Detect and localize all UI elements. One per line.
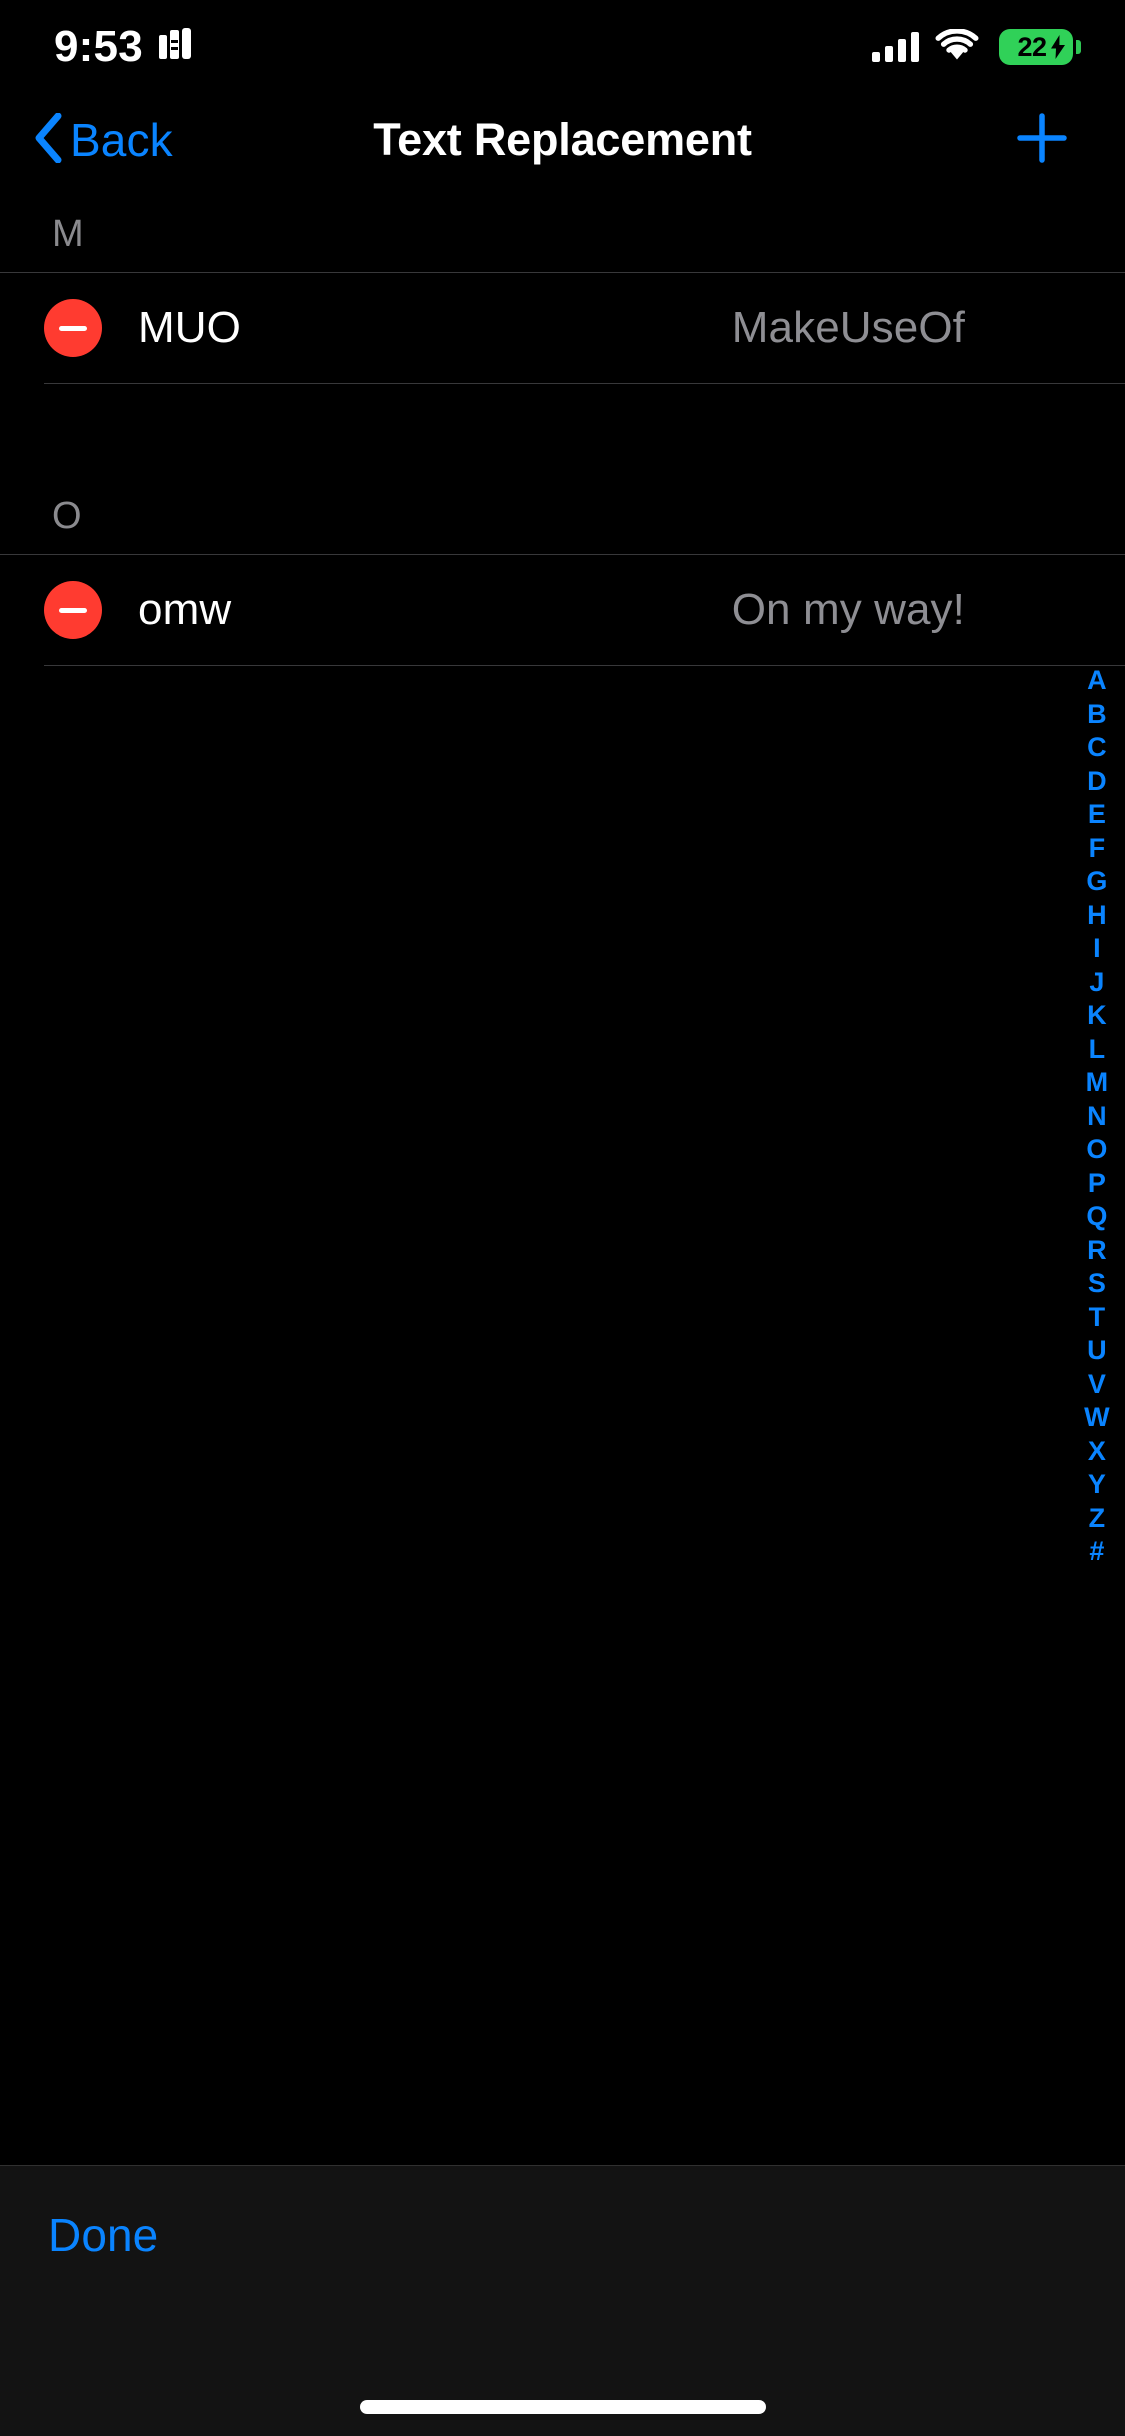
index-letter-y[interactable]: Y (1075, 1468, 1119, 1502)
index-letter-u[interactable]: U (1075, 1334, 1119, 1368)
chevron-left-icon (34, 112, 62, 168)
index-letter-a[interactable]: A (1075, 664, 1119, 698)
index-letter-h[interactable]: H (1075, 899, 1119, 933)
audio-bars-icon (157, 27, 197, 67)
index-letter-b[interactable]: B (1075, 698, 1119, 732)
table-row[interactable]: MUO MakeUseOf (0, 273, 1125, 383)
index-letter-g[interactable]: G (1075, 865, 1119, 899)
text-replacement-list[interactable]: M MUO MakeUseOf O omw On my way! (0, 186, 1125, 2165)
table-row[interactable]: omw On my way! (0, 555, 1125, 665)
minus-glyph (59, 325, 87, 331)
index-letter-m[interactable]: M (1075, 1066, 1119, 1100)
status-bar-right: 22 (872, 27, 1081, 66)
index-letter-hash[interactable]: # (1075, 1535, 1119, 1569)
row-shortcut-label: omw (138, 585, 232, 634)
index-letter-p[interactable]: P (1075, 1167, 1119, 1201)
section-header-m: M (52, 213, 84, 255)
status-bar-left: 9:53 (54, 25, 197, 69)
index-letter-q[interactable]: Q (1075, 1200, 1119, 1234)
charging-bolt-icon (1050, 35, 1066, 64)
navigation-bar: Back Text Replacement (0, 94, 1125, 186)
index-letter-e[interactable]: E (1075, 798, 1119, 832)
minus-circle-icon[interactable] (44, 299, 102, 357)
cellular-signal-icon (872, 32, 919, 62)
row-shortcut-label: MUO (138, 303, 241, 352)
index-letter-f[interactable]: F (1075, 832, 1119, 866)
battery-charging-icon: 22 (999, 29, 1081, 65)
minus-circle-icon[interactable] (44, 581, 102, 639)
alphabet-index-bar[interactable]: A B C D E F G H I J K L M N O P Q R S T U V W X Y Z # (1075, 664, 1119, 1569)
minus-glyph (59, 607, 87, 613)
add-shortcut-button[interactable] (997, 94, 1087, 186)
battery-percent-label: 22 (1017, 31, 1047, 62)
iphone-screen: 9:53 22 Back Text Replacement M MUO Make… (0, 0, 1125, 2436)
plus-icon (1015, 111, 1069, 170)
status-bar-clock: 9:53 (54, 22, 143, 71)
bottom-toolbar: Done (0, 2165, 1125, 2436)
index-letter-n[interactable]: N (1075, 1100, 1119, 1134)
index-letter-i[interactable]: I (1075, 932, 1119, 966)
index-letter-d[interactable]: D (1075, 765, 1119, 799)
index-letter-t[interactable]: T (1075, 1301, 1119, 1335)
index-letter-o[interactable]: O (1075, 1133, 1119, 1167)
index-letter-x[interactable]: X (1075, 1435, 1119, 1469)
index-letter-j[interactable]: J (1075, 966, 1119, 1000)
status-bar: 9:53 22 (0, 0, 1125, 94)
back-button[interactable]: Back (20, 94, 187, 186)
index-letter-v[interactable]: V (1075, 1368, 1119, 1402)
row-phrase-label: MakeUseOf (731, 303, 965, 352)
row-phrase-label: On my way! (731, 585, 965, 634)
index-letter-w[interactable]: W (1075, 1401, 1119, 1435)
index-letter-s[interactable]: S (1075, 1267, 1119, 1301)
index-letter-r[interactable]: R (1075, 1234, 1119, 1268)
done-button[interactable]: Done (48, 2208, 158, 2262)
index-letter-l[interactable]: L (1075, 1033, 1119, 1067)
index-letter-c[interactable]: C (1075, 731, 1119, 765)
wifi-icon (935, 27, 979, 66)
separator (44, 665, 1125, 666)
home-indicator[interactable] (359, 2400, 766, 2414)
section-header-o: O (52, 495, 82, 537)
back-button-label: Back (70, 114, 173, 166)
index-letter-z[interactable]: Z (1075, 1502, 1119, 1536)
index-letter-k[interactable]: K (1075, 999, 1119, 1033)
